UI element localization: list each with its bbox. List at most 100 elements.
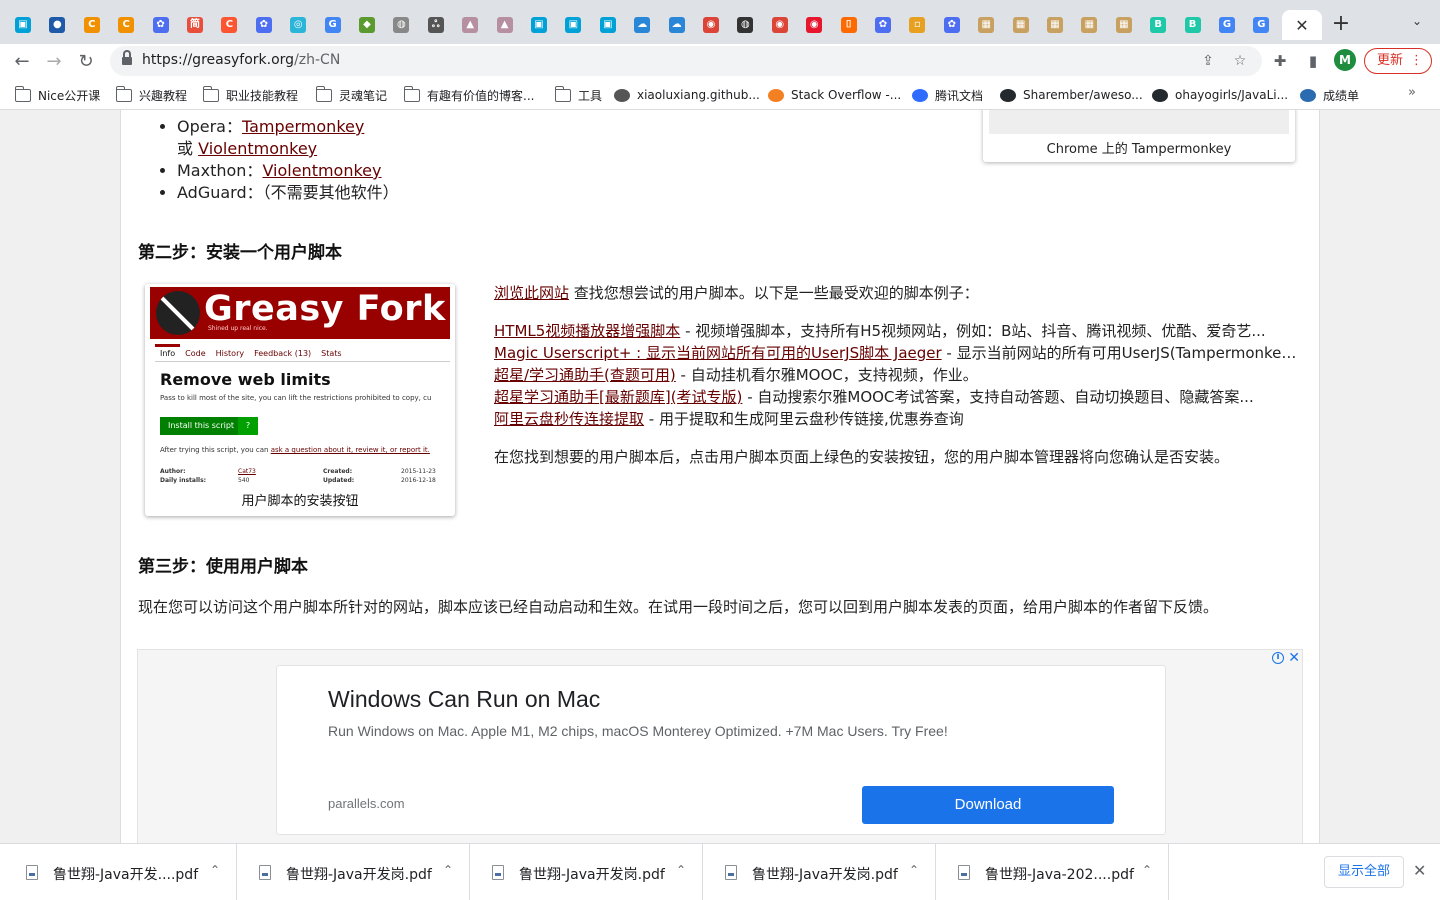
tampermonkey-link[interactable]: Tampermonkey bbox=[242, 117, 364, 136]
update-button[interactable]: 更新 ⋮ bbox=[1364, 48, 1432, 74]
daily-installs-value: 540 bbox=[238, 477, 250, 484]
browser-tab[interactable]: ⌷ bbox=[836, 10, 862, 40]
browser-tab[interactable]: ▣ bbox=[526, 10, 552, 40]
browser-tab[interactable]: ☁ bbox=[664, 10, 690, 40]
browser-tab[interactable]: ▲ bbox=[492, 10, 518, 40]
bookmarks-overflow-icon[interactable]: » bbox=[1408, 85, 1416, 100]
bookmark-item[interactable]: xiaoluxiang.github... bbox=[614, 85, 760, 105]
browser-tab[interactable]: ◆ bbox=[354, 10, 380, 40]
browser-tab[interactable]: ✿ bbox=[251, 10, 277, 40]
example-link[interactable]: 超星/学习通助手(查题可用) bbox=[494, 366, 676, 384]
side-panel-icon[interactable]: ▮ bbox=[1301, 49, 1325, 73]
address-bar[interactable]: https://greasyfork.org/zh-CN ⇪ ☆ bbox=[110, 46, 1262, 76]
browser-tab[interactable]: ✿ bbox=[939, 10, 965, 40]
baidu-paw-icon: ✿ bbox=[152, 17, 169, 33]
bilibili-icon: ▣ bbox=[565, 17, 582, 33]
browse-site-link[interactable]: 浏览此网站 bbox=[494, 284, 569, 302]
browser-tab[interactable]: ▣ bbox=[10, 10, 36, 40]
download-item[interactable]: 鲁世翔-Java开发....pdf ⌃ bbox=[4, 844, 237, 900]
bookmark-item[interactable]: ohayogirls/JavaLi... bbox=[1152, 85, 1288, 105]
browser-tab[interactable]: ● bbox=[44, 10, 70, 40]
download-item[interactable]: 鲁世翔-Java-202....pdf ⌃ bbox=[936, 844, 1169, 900]
browser-tab[interactable]: G bbox=[1214, 10, 1240, 40]
chevron-up-icon[interactable]: ⌃ bbox=[210, 863, 220, 877]
bookmark-item[interactable]: Stack Overflow -... bbox=[768, 85, 901, 105]
profile-avatar[interactable]: M bbox=[1334, 49, 1356, 71]
browser-tab[interactable]: ✿ bbox=[148, 10, 174, 40]
close-shelf-icon[interactable]: ✕ bbox=[1413, 861, 1426, 880]
browser-tab[interactable]: ◍ bbox=[388, 10, 414, 40]
folder-icon bbox=[14, 85, 31, 102]
bookmark-item[interactable]: 工具 bbox=[554, 85, 602, 105]
folder-icon bbox=[315, 85, 332, 102]
back-button[interactable]: ← bbox=[8, 48, 36, 76]
download-item[interactable]: 鲁世翔-Java开发岗.pdf ⌃ bbox=[237, 844, 470, 900]
chevron-up-icon[interactable]: ⌃ bbox=[909, 863, 919, 877]
browser-tab[interactable]: ◎ bbox=[285, 10, 311, 40]
example-link[interactable]: Magic Userscript+ : 显示当前网站所有可用的UserJS脚本 … bbox=[494, 344, 942, 362]
browser-tab[interactable]: ▣ bbox=[560, 10, 586, 40]
lock-icon[interactable] bbox=[122, 50, 132, 67]
download-item[interactable]: 鲁世翔-Java开发岗.pdf ⌃ bbox=[703, 844, 936, 900]
ad-download-button[interactable]: Download bbox=[862, 786, 1114, 824]
browser-tab[interactable]: ஃ bbox=[423, 10, 449, 40]
step-3-text: 现在您可以访问这个用户脚本所针对的网站，脚本应该已经自动启动和生效。在试用一段时… bbox=[138, 598, 1219, 616]
bookmark-item[interactable]: 腾讯文档 bbox=[912, 85, 983, 105]
bookmark-star-icon[interactable]: ☆ bbox=[1230, 51, 1250, 71]
url-text[interactable]: https://greasyfork.org/zh-CN bbox=[142, 52, 340, 68]
share-icon[interactable]: ⇪ bbox=[1198, 51, 1218, 71]
created-label: Created: bbox=[323, 468, 353, 475]
forward-button[interactable]: → bbox=[40, 48, 68, 76]
bookmark-item[interactable]: 有趣有价值的博客... bbox=[403, 85, 534, 105]
reload-button[interactable]: ↻ bbox=[72, 48, 100, 76]
browser-tab[interactable]: ✿ bbox=[870, 10, 896, 40]
new-tab-button[interactable]: + bbox=[1328, 12, 1354, 38]
browser-tab[interactable]: C bbox=[216, 10, 242, 40]
browser-tab[interactable]: 简 bbox=[182, 10, 208, 40]
browser-tab[interactable]: ▦ bbox=[1008, 10, 1034, 40]
browser-tab[interactable]: ▫ bbox=[904, 10, 930, 40]
close-tab-icon[interactable]: ✕ bbox=[1295, 16, 1308, 35]
tab-search-icon[interactable]: ⌄ bbox=[1406, 14, 1428, 36]
browser-tab[interactable]: B bbox=[1180, 10, 1206, 40]
ad-title[interactable]: Windows Can Run on Mac bbox=[328, 686, 600, 713]
browser-tab[interactable]: C bbox=[113, 10, 139, 40]
show-all-downloads-button[interactable]: 显示全部 bbox=[1324, 856, 1404, 888]
browser-tab[interactable]: C bbox=[79, 10, 105, 40]
bookmark-item[interactable]: Nice公开课 bbox=[14, 85, 100, 105]
browser-tab[interactable]: ◍ bbox=[732, 10, 758, 40]
download-item[interactable]: 鲁世翔-Java开发岗.pdf ⌃ bbox=[470, 844, 703, 900]
browser-tab[interactable]: ▦ bbox=[1076, 10, 1102, 40]
browser-tab[interactable]: G bbox=[1248, 10, 1274, 40]
browser-tab[interactable]: G bbox=[320, 10, 346, 40]
chevron-up-icon[interactable]: ⌃ bbox=[676, 863, 686, 877]
chevron-up-icon[interactable]: ⌃ bbox=[1142, 863, 1152, 877]
example-link[interactable]: 阿里云盘秒传连接提取 bbox=[494, 410, 644, 428]
bookmark-item[interactable]: 兴趣教程 bbox=[115, 85, 187, 105]
browser-tab[interactable]: ▦ bbox=[973, 10, 999, 40]
bookmark-item[interactable]: 成绩单 bbox=[1300, 85, 1359, 105]
browser-tab[interactable]: ◉ bbox=[801, 10, 827, 40]
active-tab[interactable]: ✕ bbox=[1282, 10, 1322, 40]
extensions-icon[interactable]: ✚ bbox=[1268, 49, 1292, 73]
ad-card[interactable]: Windows Can Run on Mac Run Windows on Ma… bbox=[276, 665, 1166, 835]
bookmark-item[interactable]: 职业技能教程 bbox=[202, 85, 298, 105]
browser-tab[interactable]: ▦ bbox=[1111, 10, 1137, 40]
browser-tab[interactable]: ▦ bbox=[1042, 10, 1068, 40]
browser-tab[interactable]: ◉ bbox=[698, 10, 724, 40]
ad-close-icon[interactable]: ✕ bbox=[1288, 650, 1300, 666]
example-link[interactable]: HTML5视频播放器增强脚本 bbox=[494, 322, 680, 340]
violentmonkey-link[interactable]: Violentmonkey bbox=[198, 139, 317, 158]
browser-tab[interactable]: B bbox=[1145, 10, 1171, 40]
browser-tab[interactable]: ◉ bbox=[767, 10, 793, 40]
chevron-up-icon[interactable]: ⌃ bbox=[443, 863, 453, 877]
browser-tab[interactable]: ▲ bbox=[457, 10, 483, 40]
example-link[interactable]: 超星学习通助手[最新题库](考试专版) bbox=[494, 388, 742, 406]
ad-info-icon[interactable]: i bbox=[1272, 652, 1284, 664]
violentmonkey-link[interactable]: Violentmonkey bbox=[262, 161, 381, 180]
bookmark-item[interactable]: Sharember/aweso... bbox=[1000, 85, 1143, 105]
browser-tab[interactable]: ▣ bbox=[595, 10, 621, 40]
bookmark-item[interactable]: 灵魂笔记 bbox=[315, 85, 387, 105]
greasyfork-tagline: Shined up real nice. bbox=[208, 325, 268, 332]
browser-tab[interactable]: ☁ bbox=[629, 10, 655, 40]
